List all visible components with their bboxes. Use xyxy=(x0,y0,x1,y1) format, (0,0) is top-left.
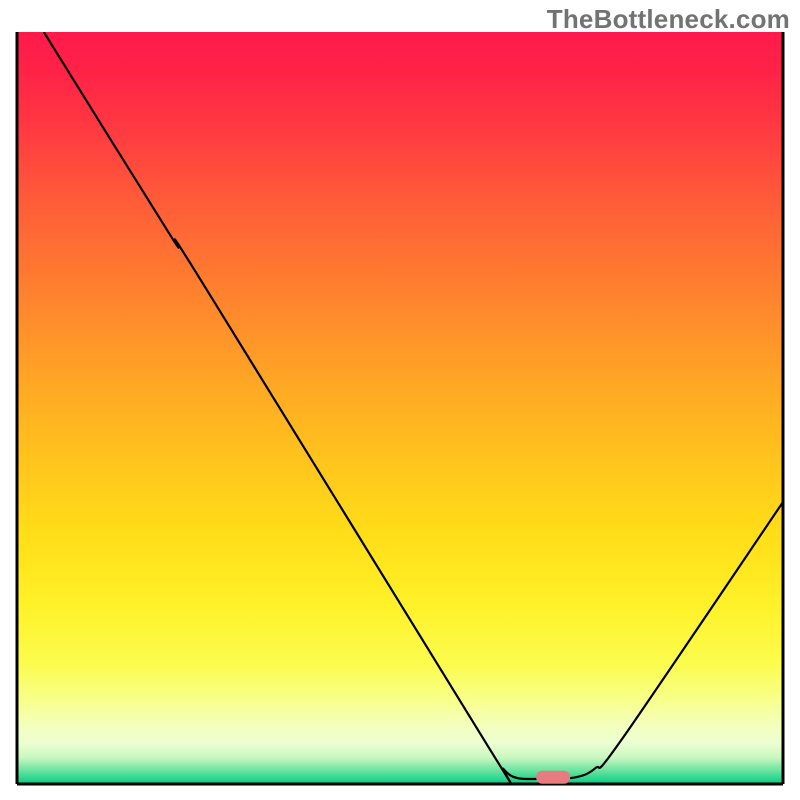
target-marker xyxy=(536,771,570,784)
chart-svg xyxy=(0,0,800,800)
bottleneck-chart: TheBottleneck.com xyxy=(0,0,800,800)
watermark-text: TheBottleneck.com xyxy=(547,4,790,35)
markers-group xyxy=(536,771,570,784)
